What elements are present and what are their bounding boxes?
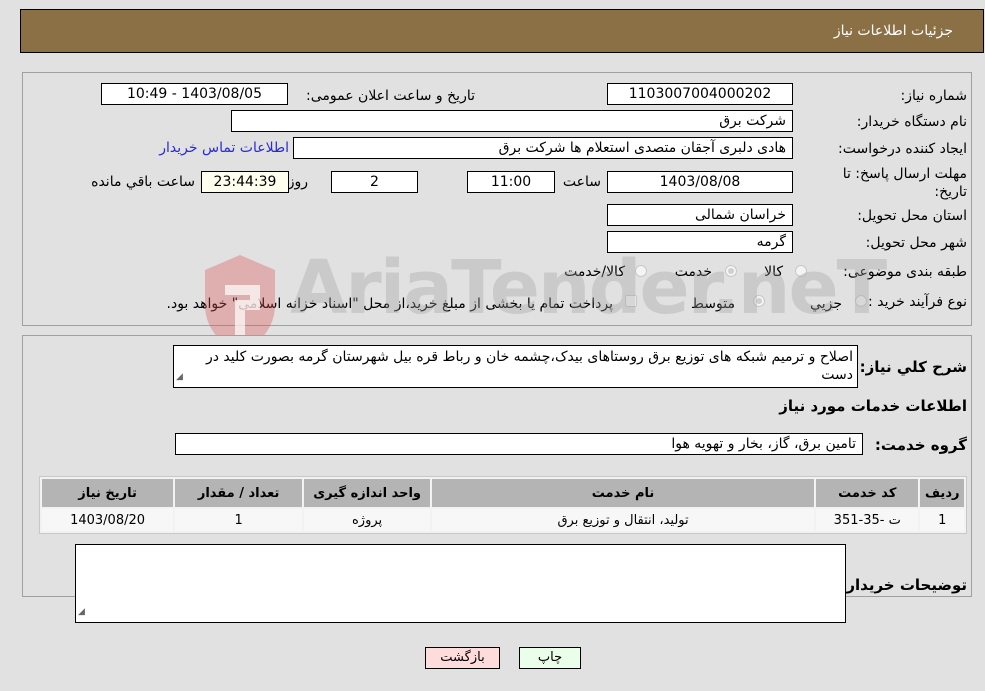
col-unit: واحد اندازه گیری	[304, 479, 431, 507]
buyer-org-label: نام دستگاه خریدار:	[856, 114, 967, 130]
buyer-notes-label: توضیحات خریدار:	[840, 576, 967, 594]
deadline-time-field: 11:00	[467, 171, 555, 193]
col-quantity: تعداد / مقدار	[175, 479, 303, 507]
cell-service-name: تولید، انتقال و توزیع برق	[432, 509, 815, 531]
time-remaining-field: 23:44:39	[201, 171, 289, 193]
page-title: جزئیات اطلاعات نیاز	[833, 23, 953, 39]
deadline-time-label: ساعت	[562, 174, 601, 190]
service-group-field: تامین برق، گاز، بخار و تهویه هوا	[175, 433, 863, 455]
need-number-label: شماره نیاز:	[900, 88, 968, 104]
table-row: 1 ت -35-351 تولید، انتقال و توزیع برق پر…	[42, 509, 964, 531]
days-remaining-field: 2	[331, 171, 418, 193]
col-service-code: کد خدمت	[816, 479, 919, 507]
watermark-text: AriaTender.neT	[290, 245, 887, 331]
buyer-org-field: شرکت برق	[231, 110, 793, 132]
cell-row-number: 1	[920, 509, 964, 531]
time-remaining-label: ساعت باقي مانده	[91, 174, 195, 190]
description-textarea[interactable]: اصلاح و ترمیم شبکه های توزیع برق روستاها…	[173, 345, 858, 388]
province-field: خراسان شمالی	[607, 204, 793, 226]
services-table: ردیف کد خدمت نام خدمت واحد اندازه گیری ت…	[39, 476, 967, 534]
cell-quantity: 1	[175, 509, 303, 531]
province-label: استان محل تحویل:	[857, 208, 967, 224]
col-service-name: نام خدمت	[432, 479, 815, 507]
resize-grip-icon[interactable]: ◢	[78, 603, 85, 621]
page-header: جزئیات اطلاعات نیاز	[20, 9, 984, 53]
print-button[interactable]: چاپ	[519, 647, 581, 669]
creator-field: هادی دلبری آجقان متصدی استعلام ها شرکت ب…	[293, 137, 793, 159]
buyer-notes-textarea[interactable]: ◢	[75, 544, 846, 623]
deadline-date-field: 1403/08/08	[607, 171, 793, 193]
col-need-date: تاریخ نیاز	[42, 479, 174, 507]
creator-label: ایجاد کننده درخواست:	[838, 141, 967, 157]
cell-need-date: 1403/08/20	[42, 509, 174, 531]
back-button[interactable]: بازگشت	[425, 647, 500, 669]
services-section-title: اطلاعات خدمات مورد نیاز	[779, 397, 967, 415]
deadline-label: مهلت ارسال پاسخ: تا تاریخ:	[842, 166, 967, 200]
services-table-header: ردیف کد خدمت نام خدمت واحد اندازه گیری ت…	[42, 479, 964, 507]
announce-label: تاریخ و ساعت اعلان عمومی:	[306, 88, 475, 104]
description-text: اصلاح و ترمیم شبکه های توزیع برق روستاها…	[205, 349, 853, 383]
service-group-label: گروه خدمت:	[874, 436, 967, 454]
cell-unit: پروژه	[304, 509, 431, 531]
cell-service-code: ت -35-351	[816, 509, 919, 531]
description-label: شرح کلي نياز:	[859, 358, 967, 376]
buyer-contact-link[interactable]: اطلاعات تماس خریدار	[159, 140, 289, 156]
col-row-number: ردیف	[920, 479, 964, 507]
resize-grip-icon[interactable]: ◢	[176, 368, 183, 386]
announce-datetime-field: 1403/08/05 - 10:49	[101, 83, 288, 105]
need-number-field: 1103007004000202	[607, 83, 793, 105]
